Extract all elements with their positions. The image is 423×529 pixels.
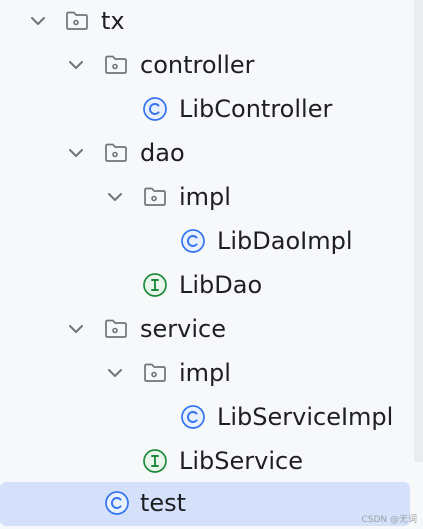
chevron-down-icon[interactable] [63, 140, 89, 166]
tree-node-libdao[interactable]: LibDao [0, 264, 410, 308]
tree-node-label: LibDaoImpl [217, 227, 353, 255]
tree-node-service-impl[interactable]: impl [0, 352, 410, 396]
tree-node-label: dao [140, 139, 185, 167]
tree-node-libcontroller[interactable]: LibController [0, 88, 410, 132]
tree-node-label: LibDao [179, 271, 263, 299]
vertical-scrollbar[interactable] [414, 0, 423, 462]
class-icon [181, 229, 205, 253]
tree-node-libdaoimpl[interactable]: LibDaoImpl [0, 220, 410, 264]
folder-icon [105, 143, 127, 162]
tree-node-dao[interactable]: dao [0, 132, 410, 176]
chevron-down-icon[interactable] [63, 316, 89, 342]
tree-node-label: test [140, 489, 187, 517]
watermark: CSDN @无词 [361, 515, 417, 525]
interface-icon [143, 449, 167, 473]
tree-node-libservice[interactable]: LibService [0, 440, 410, 484]
folder-icon [144, 187, 166, 206]
class-icon [105, 491, 129, 515]
tree-node-test[interactable]: test [0, 482, 410, 526]
tree-node-dao-impl[interactable]: impl [0, 176, 410, 220]
tree-node-service[interactable]: service [0, 308, 410, 352]
tree-node-controller[interactable]: controller [0, 44, 410, 88]
tree-node-label: impl [179, 359, 231, 387]
tree-node-label: LibService [179, 447, 303, 475]
chevron-down-icon[interactable] [63, 52, 89, 78]
interface-icon [143, 273, 167, 297]
tree-node-label: LibServiceImpl [217, 403, 394, 431]
chevron-down-icon[interactable] [102, 360, 128, 386]
folder-icon [66, 11, 88, 30]
tree-node-label: LibController [179, 95, 333, 123]
tree-node-libserviceimpl[interactable]: LibServiceImpl [0, 396, 410, 440]
class-icon [181, 405, 205, 429]
folder-icon [144, 363, 166, 382]
folder-icon [105, 55, 127, 74]
tree-node-label: controller [140, 51, 255, 79]
project-tree: tx controller LibController dao impl Lib… [0, 0, 423, 529]
chevron-down-icon[interactable] [25, 8, 51, 34]
tree-node-label: service [140, 315, 226, 343]
tree-node-label: tx [101, 7, 125, 35]
tree-node-label: impl [179, 183, 231, 211]
chevron-down-icon[interactable] [102, 184, 128, 210]
folder-icon [105, 319, 127, 338]
tree-node-tx[interactable]: tx [0, 0, 410, 44]
class-icon [143, 97, 167, 121]
